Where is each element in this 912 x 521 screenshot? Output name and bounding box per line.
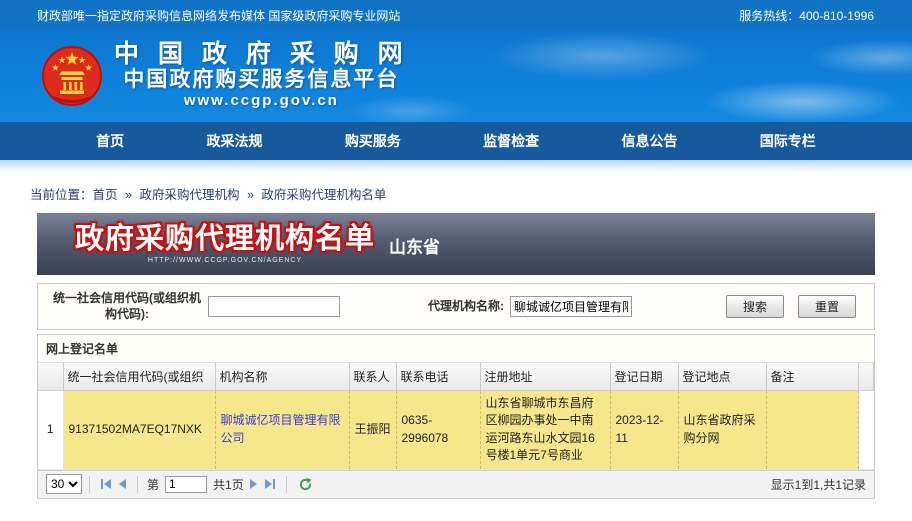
results-section-title: 网上登记名单: [38, 335, 874, 363]
nav-item-home[interactable]: 首页: [96, 131, 124, 151]
breadcrumb-agency-list-link[interactable]: 政府采购代理机构名单: [261, 188, 386, 202]
site-subtitle: 中国政府购买服务信息平台: [114, 68, 409, 92]
agency-name-input[interactable]: [510, 296, 632, 317]
site-title: 中 国 政 府 采 购 网: [114, 41, 409, 67]
agency-table: 统一社会信用代码(或组织 机构名称 联系人 联系电话 注册地址 登记日期 登记地…: [38, 363, 874, 470]
cell-agency-name: 聊城诚亿项目管理有限公司: [215, 391, 349, 470]
search-button[interactable]: 搜索: [726, 295, 784, 318]
record-count-summary: 显示1到1,共1记录: [771, 476, 866, 493]
cell-contact: 王振阳: [349, 391, 396, 470]
service-hotline: 服务热线：400-810-1996: [739, 7, 874, 24]
cell-phone: 0635-2996078: [396, 391, 480, 470]
refresh-icon: [298, 477, 313, 492]
nav-item-regulations[interactable]: 政采法规: [206, 131, 262, 151]
cell-remark: [766, 391, 859, 470]
cell-reg-place: 山东省政府采购分网: [678, 391, 766, 470]
page-prefix-label: 第: [147, 476, 159, 493]
cell-spacer: [859, 391, 874, 470]
credit-code-label: 统一社会信用代码(或组织机构代码):: [48, 291, 206, 322]
prev-page-button[interactable]: [115, 477, 130, 491]
breadcrumb-label: 当前位置：: [30, 188, 93, 202]
agency-name-label: 代理机构名称:: [428, 299, 504, 315]
nav-item-supervision[interactable]: 监督检查: [483, 131, 539, 151]
header-contact: 联系人: [349, 363, 396, 391]
table-header-row: 统一社会信用代码(或组织 机构名称 联系人 联系电话 注册地址 登记日期 登记地…: [38, 363, 874, 391]
header-agency-name: 机构名称: [215, 363, 349, 391]
page-number-input[interactable]: [165, 476, 207, 493]
search-panel: 统一社会信用代码(或组织机构代码): 代理机构名称: 搜索 重置: [37, 283, 875, 330]
cell-address: 山东省聊城市东昌府区柳园办事处一中南运河路东山水文园16号楼1单元7号商业: [480, 391, 610, 470]
total-pages-label: 共1页: [213, 476, 244, 493]
nav-item-purchase-services[interactable]: 购买服务: [345, 131, 401, 151]
first-page-icon: [101, 479, 103, 489]
banner-title-block: 政府采购代理机构名单 HTTP://WWW.CCGP.GOV.CN/AGENCY: [75, 225, 375, 264]
breadcrumb-separator: »: [247, 188, 254, 202]
nav-shadow-strip: [0, 160, 912, 172]
header-remark: 备注: [766, 363, 859, 391]
site-header: 中 国 政 府 采 购 网 中国政府购买服务信息平台 www.ccgp.gov.…: [0, 30, 912, 122]
nav-item-announcements[interactable]: 信息公告: [621, 131, 677, 151]
header-spacer: [859, 363, 874, 391]
main-content: 政府采购代理机构名单 HTTP://WWW.CCGP.GOV.CN/AGENCY…: [37, 213, 875, 499]
national-emblem-icon: [40, 44, 104, 108]
header-row-number: [38, 363, 63, 391]
breadcrumb-separator: »: [125, 188, 132, 202]
header-reg-place: 登记地点: [678, 363, 766, 391]
credit-code-input[interactable]: [208, 296, 340, 317]
page-banner: 政府采购代理机构名单 HTTP://WWW.CCGP.GOV.CN/AGENCY…: [37, 213, 875, 275]
first-page-button[interactable]: [97, 477, 115, 491]
pagination-bar: 30 第 共1页: [38, 470, 874, 498]
breadcrumb-home-link[interactable]: 首页: [93, 188, 118, 202]
first-page-icon: [104, 479, 111, 489]
reset-button[interactable]: 重置: [798, 295, 856, 318]
last-page-icon: [265, 479, 272, 489]
main-nav: 首页 政采法规 购买服务 监督检查 信息公告 国际专栏: [0, 122, 912, 160]
banner-url: HTTP://WWW.CCGP.GOV.CN/AGENCY: [75, 257, 375, 264]
site-url: www.ccgp.gov.cn: [114, 92, 409, 111]
refresh-button[interactable]: [298, 477, 313, 492]
header-phone: 联系电话: [396, 363, 480, 391]
search-buttons: 搜索 重置: [726, 295, 864, 318]
province-label: 山东省: [389, 233, 440, 258]
cell-row-number: 1: [38, 391, 63, 470]
site-slogan: 财政部唯一指定政府采购信息网络发布媒体 国家级政府采购专业网站: [37, 7, 400, 24]
page-title: 政府采购代理机构名单: [75, 225, 375, 254]
nav-item-international[interactable]: 国际专栏: [760, 131, 816, 151]
page-size-select[interactable]: 30: [46, 474, 82, 494]
next-page-icon: [250, 479, 257, 489]
last-page-button[interactable]: [261, 477, 279, 491]
pager-divider: [286, 476, 287, 493]
site-logo[interactable]: 中 国 政 府 采 购 网 中国政府购买服务信息平台 www.ccgp.gov.…: [40, 41, 409, 110]
cell-reg-date: 2023-12-11: [610, 391, 678, 470]
prev-page-icon: [119, 479, 126, 489]
breadcrumb-agency-link[interactable]: 政府采购代理机构: [139, 188, 239, 202]
header-credit-code: 统一社会信用代码(或组织: [63, 363, 215, 391]
pager-divider: [89, 476, 90, 493]
agency-name-link[interactable]: 聊城诚亿项目管理有限公司: [221, 413, 341, 444]
cell-credit-code: 91371502MA7EQ17NXK: [63, 391, 215, 470]
site-brand: 中 国 政 府 采 购 网 中国政府购买服务信息平台 www.ccgp.gov.…: [114, 41, 409, 110]
table-row: 1 91371502MA7EQ17NXK 聊城诚亿项目管理有限公司 王振阳 06…: [38, 391, 874, 470]
breadcrumb: 当前位置：首页 » 政府采购代理机构 » 政府采购代理机构名单: [30, 184, 912, 203]
results-panel: 网上登记名单 统一社会信用代码(或组织 机构名称 联系人 联系电话 注册地址 登…: [37, 334, 875, 499]
top-bar: 财政部唯一指定政府采购信息网络发布媒体 国家级政府采购专业网站 服务热线：400…: [0, 0, 912, 30]
next-page-button[interactable]: [246, 477, 261, 491]
header-address: 注册地址: [480, 363, 610, 391]
pager-divider: [137, 476, 138, 493]
last-page-icon: [273, 479, 275, 489]
header-reg-date: 登记日期: [610, 363, 678, 391]
